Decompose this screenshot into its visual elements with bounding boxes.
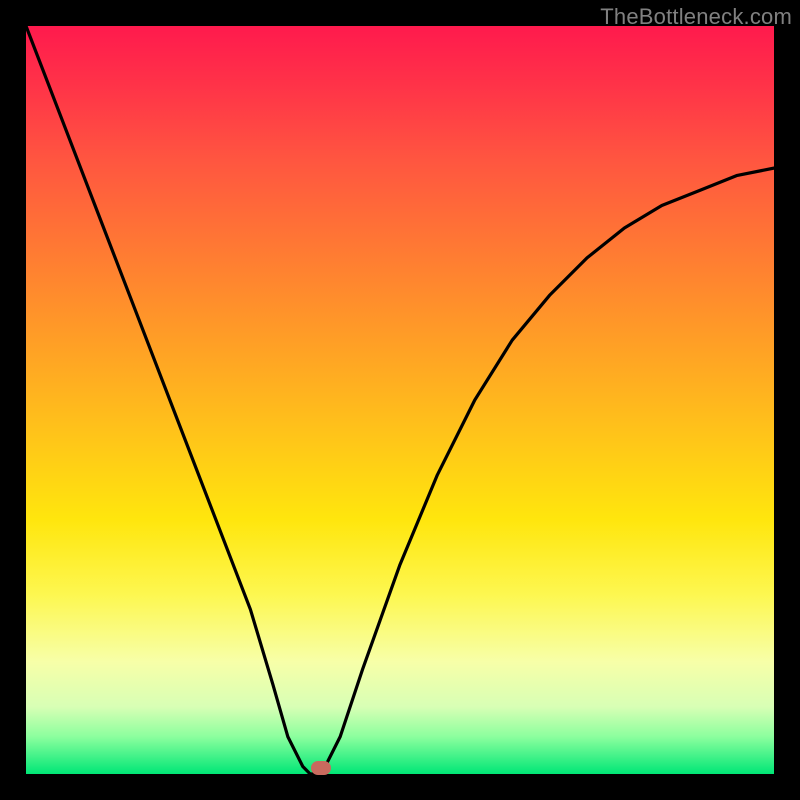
watermark-text: TheBottleneck.com (600, 4, 792, 30)
chart-frame: TheBottleneck.com (0, 0, 800, 800)
bottleneck-curve (26, 26, 774, 774)
bottleneck-optimum-marker (311, 761, 331, 775)
